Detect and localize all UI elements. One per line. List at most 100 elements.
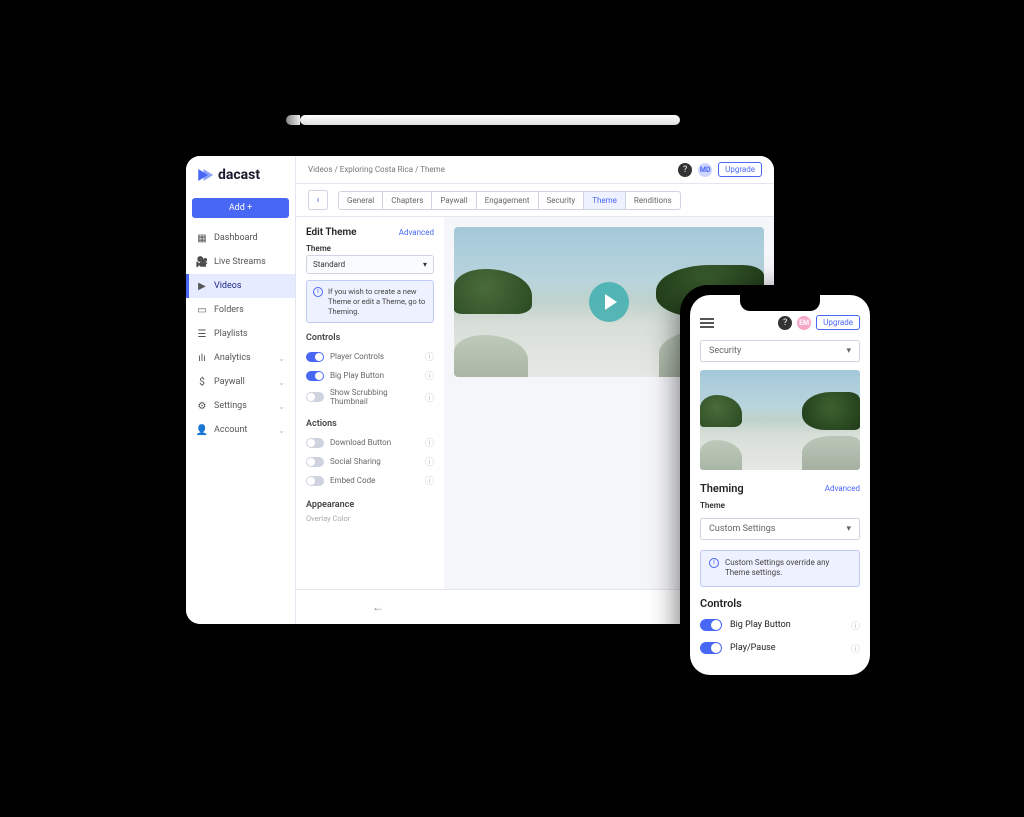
sidebar-item-analytics[interactable]: ılıAnalytics⌄: [186, 346, 295, 370]
play-icon: ▶: [196, 280, 208, 292]
help-icon[interactable]: ?: [778, 316, 792, 330]
toggle-label: Player Controls: [330, 352, 384, 361]
tab-security[interactable]: Security: [539, 192, 585, 209]
section-select[interactable]: Security ▾: [700, 340, 860, 362]
sidebar: dacast Add + ▦Dashboard 🎥Live Streams ▶ V…: [186, 156, 296, 624]
play-button[interactable]: [589, 282, 629, 322]
logo-text: dacast: [218, 167, 260, 183]
stylus-pencil: [300, 115, 680, 125]
camera-icon: 🎥: [196, 256, 208, 268]
sidebar-item-videos[interactable]: ▶ Videos: [186, 274, 295, 298]
add-button[interactable]: Add +: [192, 198, 289, 218]
sidebar-item-dashboard[interactable]: ▦Dashboard: [186, 226, 295, 250]
toggle-label: Show Scrubbing Thumbnail: [330, 388, 419, 406]
tab-theme[interactable]: Theme: [584, 192, 626, 209]
info-icon[interactable]: ⓘ: [425, 455, 434, 468]
actions-heading: Actions: [306, 419, 434, 429]
back-button[interactable]: ‹: [308, 190, 328, 210]
tab-general[interactable]: General: [339, 192, 383, 209]
info-box: i If you wish to create a new Theme or e…: [306, 280, 434, 323]
sidebar-item-paywall[interactable]: $Paywall⌄: [186, 370, 295, 394]
landscape-decor: [700, 440, 742, 470]
phone-notch: [740, 295, 820, 311]
sidebar-item-account[interactable]: 👤Account⌄: [186, 418, 295, 442]
chevron-down-icon: ⌄: [278, 402, 285, 411]
theme-label: Theme: [306, 244, 434, 253]
info-icon: i: [313, 287, 323, 297]
back-arrow-icon[interactable]: ←: [372, 600, 384, 614]
phone-frame: ? EM Upgrade Security ▾ Theming Advanced: [680, 285, 880, 685]
playlist-icon: ☰: [196, 328, 208, 340]
info-icon[interactable]: ⓘ: [425, 474, 434, 487]
info-icon[interactable]: ⓘ: [851, 619, 860, 632]
dashboard-icon: ▦: [196, 232, 208, 244]
toggle-social[interactable]: [306, 457, 324, 467]
landscape-decor: [802, 436, 860, 470]
toggle-big-play[interactable]: [306, 371, 324, 381]
sidebar-item-livestreams[interactable]: 🎥Live Streams: [186, 250, 295, 274]
sidebar-item-label: Analytics: [214, 353, 251, 363]
sidebar-item-folders[interactable]: ▭ Folders: [186, 298, 295, 322]
toggle-scrub-thumb[interactable]: [306, 392, 324, 402]
tab-paywall[interactable]: Paywall: [432, 192, 476, 209]
chevron-down-icon: ▾: [846, 346, 851, 356]
info-text: Custom Settings override any Theme setti…: [725, 558, 851, 579]
theme-value: Custom Settings: [709, 524, 775, 534]
info-icon[interactable]: ⓘ: [425, 369, 434, 382]
sidebar-item-settings[interactable]: ⚙Settings⌄: [186, 394, 295, 418]
controls-heading: Controls: [306, 333, 434, 343]
help-icon[interactable]: ?: [678, 163, 692, 177]
gear-icon: ⚙: [196, 400, 208, 412]
breadcrumb-item[interactable]: Exploring Costa Rica: [340, 165, 413, 174]
toggle-play-pause[interactable]: [700, 642, 722, 654]
info-icon[interactable]: ⓘ: [425, 391, 434, 404]
chevron-down-icon: ⌄: [278, 378, 285, 387]
breadcrumb-bar: Videos / Exploring Costa Rica / Theme ? …: [296, 156, 774, 184]
appearance-sub: Overlay Color: [306, 514, 434, 523]
info-icon[interactable]: ⓘ: [851, 642, 860, 655]
avatar[interactable]: EM: [797, 316, 811, 330]
theme-value: Standard: [313, 260, 345, 269]
sidebar-item-label: Account: [214, 425, 247, 435]
phone-screen: ? EM Upgrade Security ▾ Theming Advanced: [690, 295, 870, 675]
landscape-decor: [700, 395, 742, 427]
info-icon[interactable]: ⓘ: [425, 436, 434, 449]
upgrade-button[interactable]: Upgrade: [718, 162, 762, 177]
toggle-big-play[interactable]: [700, 619, 722, 631]
landscape-decor: [454, 335, 528, 377]
upgrade-button[interactable]: Upgrade: [816, 315, 860, 330]
advanced-link[interactable]: Advanced: [399, 228, 434, 237]
edit-theme-panel: Edit Theme Advanced Theme Standard ▾ i I…: [296, 217, 444, 589]
chevron-down-icon: ▾: [423, 260, 427, 269]
theming-title: Theming: [700, 482, 744, 495]
toggle-player-controls[interactable]: [306, 352, 324, 362]
sidebar-item-playlists[interactable]: ☰Playlists: [186, 322, 295, 346]
theme-select[interactable]: Custom Settings ▾: [700, 518, 860, 540]
info-box: i Custom Settings override any Theme set…: [700, 550, 860, 587]
chevron-down-icon: ⌄: [278, 426, 285, 435]
tab-chapters[interactable]: Chapters: [383, 192, 432, 209]
theme-select[interactable]: Standard ▾: [306, 255, 434, 274]
advanced-link[interactable]: Advanced: [825, 484, 860, 493]
toggle-label: Download Button: [330, 438, 391, 447]
toggle-embed[interactable]: [306, 476, 324, 486]
breadcrumb: Videos / Exploring Costa Rica / Theme: [308, 165, 445, 174]
analytics-icon: ılı: [196, 352, 208, 364]
breadcrumb-current: Theme: [420, 165, 445, 174]
breadcrumb-videos[interactable]: Videos: [308, 165, 332, 174]
folder-icon: ▭: [196, 304, 208, 316]
avatar[interactable]: MD: [698, 163, 712, 177]
logo[interactable]: dacast: [186, 156, 295, 194]
toggle-download[interactable]: [306, 438, 324, 448]
tab-renditions[interactable]: Renditions: [626, 192, 680, 209]
tab-engagement[interactable]: Engagement: [477, 192, 539, 209]
toggle-label: Big Play Button: [330, 371, 384, 380]
sidebar-item-label: Paywall: [214, 377, 245, 387]
toggle-label: Social Sharing: [330, 457, 381, 466]
menu-icon[interactable]: [700, 318, 714, 328]
info-icon[interactable]: ⓘ: [425, 350, 434, 363]
landscape-decor: [454, 269, 532, 314]
sidebar-item-label: Videos: [214, 281, 242, 291]
sidebar-item-label: Folders: [214, 305, 244, 315]
toggle-label: Big Play Button: [730, 620, 791, 630]
